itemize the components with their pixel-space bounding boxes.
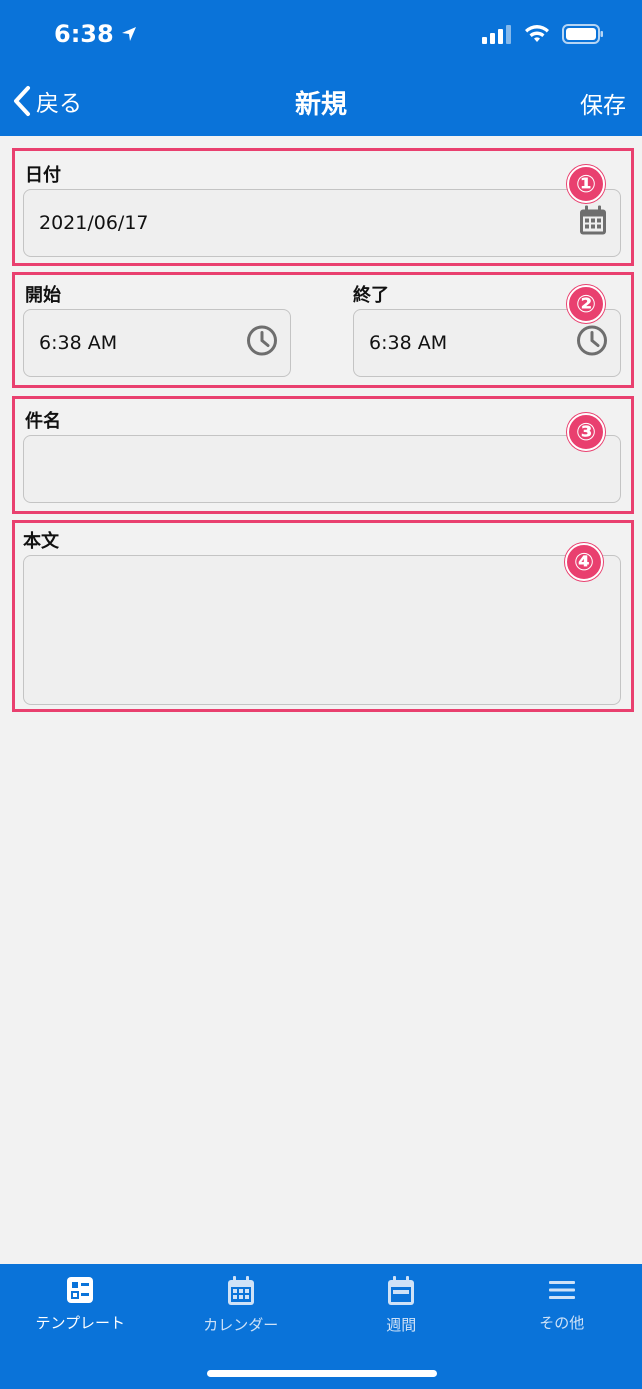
status-time-text: 6:38 xyxy=(54,20,114,48)
end-time-value: 6:38 AM xyxy=(369,332,448,354)
tab-calendar-label: カレンダー xyxy=(203,1316,279,1334)
annotation-badge-4: ④ xyxy=(565,543,603,581)
home-indicator[interactable] xyxy=(207,1370,437,1377)
calendar-icon xyxy=(227,1276,254,1305)
menu-icon xyxy=(548,1281,575,1299)
week-icon xyxy=(388,1276,415,1305)
status-bar-time: 6:38 xyxy=(54,20,138,48)
end-label: 終了 xyxy=(353,285,389,306)
body-textarea[interactable] xyxy=(23,555,621,705)
page-title: 新規 xyxy=(294,90,347,120)
date-section: 日付 2021/06/17 ① xyxy=(12,148,634,266)
subject-input[interactable] xyxy=(23,435,621,503)
body-label: 本文 xyxy=(23,531,59,552)
start-time-field[interactable]: 6:38 AM xyxy=(23,309,291,377)
tab-template-label: テンプレート xyxy=(35,1314,126,1332)
start-label: 開始 xyxy=(25,285,61,306)
annotation-badge-3: ③ xyxy=(567,413,605,451)
annotation-badge-2: ② xyxy=(567,285,605,323)
annotation-badge-1: ① xyxy=(567,165,605,203)
date-value: 2021/06/17 xyxy=(39,212,149,234)
tab-template[interactable]: テンプレート xyxy=(0,1264,161,1389)
start-time-value: 6:38 AM xyxy=(39,332,118,354)
subject-section: 件名 ③ xyxy=(12,396,634,514)
date-label: 日付 xyxy=(25,165,61,186)
wifi-icon xyxy=(525,25,549,42)
battery-icon xyxy=(562,24,603,44)
status-indicators xyxy=(482,24,604,44)
clock-icon[interactable] xyxy=(246,325,278,362)
template-icon xyxy=(67,1277,94,1303)
location-arrow-icon xyxy=(121,27,136,41)
clock-icon[interactable] xyxy=(576,325,608,362)
subject-label: 件名 xyxy=(25,411,61,432)
body-section: 本文 ④ xyxy=(12,520,634,712)
tab-more[interactable]: その他 xyxy=(482,1264,642,1389)
calendar-icon[interactable] xyxy=(578,205,608,242)
time-section: 開始 6:38 AM 終了 6:38 AM ② xyxy=(12,272,634,388)
tab-more-label: その他 xyxy=(539,1314,585,1332)
tab-week-label: 週間 xyxy=(386,1316,417,1334)
app-header: 6:38 戻る 新規 保存 xyxy=(0,0,642,136)
signal-icon xyxy=(482,25,511,44)
date-field[interactable]: 2021/06/17 xyxy=(23,189,621,257)
save-button[interactable]: 保存 xyxy=(580,86,626,120)
